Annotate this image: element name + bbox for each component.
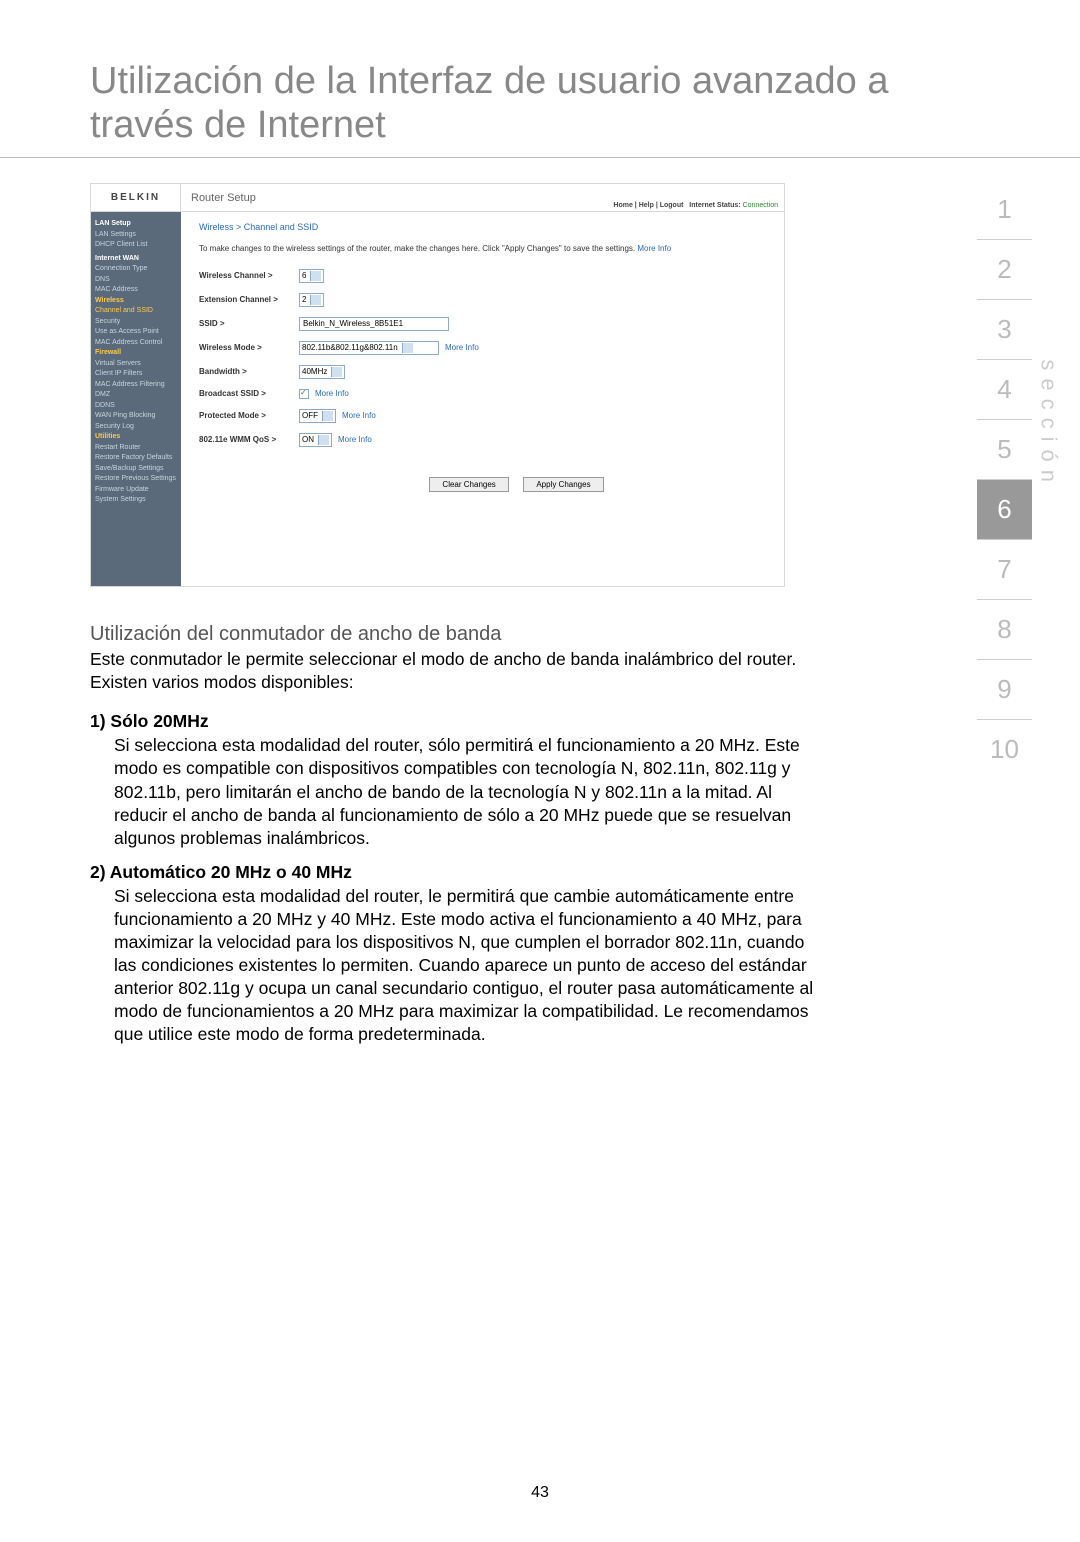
intro-paragraph: Este conmutador le permite seleccionar e… — [90, 648, 820, 708]
sidebar-item[interactable]: MAC Address Filtering — [95, 380, 177, 391]
sidebar-item[interactable]: DMZ — [95, 390, 177, 401]
sidebar-cat-firewall: Firewall — [95, 348, 177, 359]
option-2-text: Si selecciona esta modalidad del router,… — [90, 883, 820, 1055]
wireless-channel-select[interactable]: 6 — [299, 269, 324, 283]
sidebar-item[interactable]: DNS — [95, 275, 177, 286]
extension-channel-select[interactable]: 2 — [299, 293, 324, 307]
instructions-text: To make changes to the wireless settings… — [199, 244, 635, 253]
option-2-label: 2) Automático 20 MHz o 40 MHz — [90, 858, 820, 883]
protected-mode-select[interactable]: OFF — [299, 409, 336, 423]
protected-mode-label: Protected Mode > — [199, 411, 299, 420]
more-info-link[interactable]: More Info — [342, 411, 376, 420]
wmm-qos-label: 802.11e WMM QoS > — [199, 435, 299, 444]
tab-7[interactable]: 7 — [977, 540, 1032, 600]
router-screenshot: BELKIN Router Setup Home | Help | Logout… — [90, 183, 785, 587]
breadcrumb: Wireless > Channel and SSID — [199, 218, 774, 244]
tab-5[interactable]: 5 — [977, 420, 1032, 480]
wireless-mode-label: Wireless Mode > — [199, 343, 299, 352]
section-label: sección — [1036, 359, 1062, 490]
ssid-label: SSID > — [199, 319, 299, 328]
tab-4[interactable]: 4 — [977, 360, 1032, 420]
sidebar-item[interactable]: Firmware Update — [95, 485, 177, 496]
sidebar-item[interactable]: DHCP Client List — [95, 240, 177, 251]
router-sidebar: LAN Setup LAN Settings DHCP Client List … — [91, 212, 181, 586]
router-meta-links[interactable]: Home | Help | Logout — [613, 202, 683, 209]
subheading-bandwidth-switch: Utilización del conmutador de ancho de b… — [90, 617, 820, 648]
sidebar-item[interactable]: Security — [95, 317, 177, 328]
internet-status-value: Connection — [743, 202, 778, 209]
tab-2[interactable]: 2 — [977, 240, 1032, 300]
tab-10[interactable]: 10 — [977, 720, 1032, 779]
sidebar-item[interactable]: Client IP Filters — [95, 369, 177, 380]
sidebar-item[interactable]: Save/Backup Settings — [95, 464, 177, 475]
option-1-text: Si selecciona esta modalidad del router,… — [90, 732, 820, 857]
sidebar-item[interactable]: Use as Access Point — [95, 327, 177, 338]
belkin-logo: BELKIN — [91, 184, 181, 211]
router-setup-title: Router Setup Home | Help | Logout Intern… — [181, 184, 784, 211]
apply-changes-button[interactable]: Apply Changes — [523, 477, 603, 492]
sidebar-cat-wan: Internet WAN — [95, 254, 177, 265]
wireless-channel-label: Wireless Channel > — [199, 271, 299, 280]
more-info-link[interactable]: More Info — [445, 343, 479, 352]
router-main: Wireless > Channel and SSID To make chan… — [181, 212, 784, 586]
sidebar-cat-utilities: Utilities — [95, 432, 177, 443]
tab-6[interactable]: 6 — [977, 480, 1032, 540]
bandwidth-select[interactable]: 40MHz — [299, 365, 345, 379]
sidebar-item[interactable]: LAN Settings — [95, 230, 177, 241]
sidebar-item[interactable]: Restore Factory Defaults — [95, 453, 177, 464]
router-meta: Home | Help | Logout Internet Status: Co… — [613, 202, 778, 209]
sidebar-item[interactable]: DDNS — [95, 401, 177, 412]
bandwidth-label: Bandwidth > — [199, 367, 299, 376]
tab-9[interactable]: 9 — [977, 660, 1032, 720]
extension-channel-label: Extension Channel > — [199, 295, 299, 304]
clear-changes-button[interactable]: Clear Changes — [429, 477, 508, 492]
wmm-qos-select[interactable]: ON — [299, 433, 332, 447]
option-1-label: 1) Sólo 20MHz — [90, 707, 820, 732]
sidebar-item[interactable]: Virtual Servers — [95, 359, 177, 370]
sidebar-item[interactable]: Restore Previous Settings — [95, 474, 177, 485]
more-info-link[interactable]: More Info — [338, 435, 372, 444]
sidebar-item[interactable]: MAC Address — [95, 285, 177, 296]
sidebar-item[interactable]: System Settings — [95, 495, 177, 506]
ssid-input[interactable]: Belkin_N_Wireless_8B51E1 — [299, 317, 449, 331]
section-tabs: 1 2 3 4 5 6 7 8 9 10 — [977, 180, 1032, 779]
broadcast-ssid-label: Broadcast SSID > — [199, 389, 299, 398]
tab-1[interactable]: 1 — [977, 180, 1032, 240]
tab-3[interactable]: 3 — [977, 300, 1032, 360]
more-info-link[interactable]: More Info — [637, 244, 671, 253]
sidebar-item[interactable]: Connection Type — [95, 264, 177, 275]
wireless-mode-select[interactable]: 802.11b&802.11g&802.11n — [299, 341, 439, 355]
internet-status-label: Internet Status: — [689, 202, 740, 209]
sidebar-item[interactable]: Security Log — [95, 422, 177, 433]
sidebar-item[interactable]: Restart Router — [95, 443, 177, 454]
sidebar-item-channel-ssid[interactable]: Channel and SSID — [95, 306, 177, 317]
sidebar-cat-wireless: Wireless — [95, 296, 177, 307]
instructions: To make changes to the wireless settings… — [199, 244, 774, 268]
sidebar-item[interactable]: MAC Address Control — [95, 338, 177, 349]
tab-8[interactable]: 8 — [977, 600, 1032, 660]
sidebar-cat-lan: LAN Setup — [95, 219, 177, 230]
page-title: Utilización de la Interfaz de usuario av… — [0, 0, 1080, 158]
more-info-link[interactable]: More Info — [315, 389, 349, 398]
page-number: 43 — [0, 1484, 1080, 1502]
sidebar-item[interactable]: WAN Ping Blocking — [95, 411, 177, 422]
broadcast-ssid-checkbox[interactable] — [299, 389, 309, 399]
router-setup-label: Router Setup — [191, 192, 256, 204]
